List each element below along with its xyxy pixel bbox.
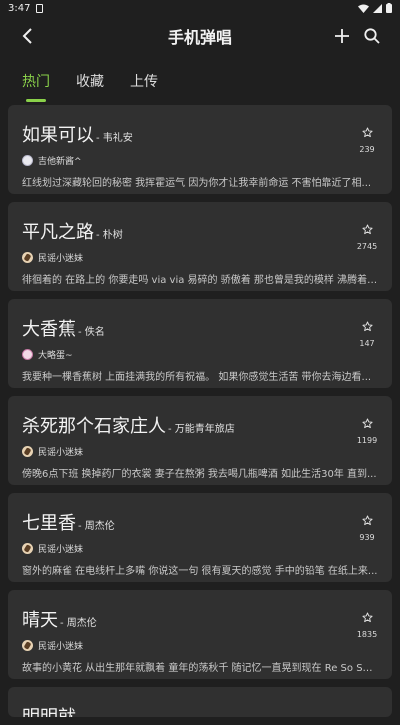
uploader-name: 大略蛋~ <box>38 351 73 361</box>
song-card[interactable]: 晴天 - 周杰伦 民谣小迷妹 故事的小黄花 从出生那年就飘着 童年的荡秋千 随记… <box>8 590 392 679</box>
favorite-count: 1199 <box>356 436 378 445</box>
song-title: 晴天 <box>22 610 58 631</box>
lyrics-preview: 傍晚6点下班 换掉药厂的衣裳 妻子在熬粥 我去喝几瓶啤酒 如此生活30年 直到.… <box>22 469 377 480</box>
song-title: 平凡之路 <box>22 222 94 243</box>
search-icon <box>364 28 380 44</box>
lyrics-preview: 窗外的麻雀 在电线杆上多嘴 你说这一句 很有夏天的感觉 手中的铅笔 在纸上来..… <box>22 566 378 577</box>
avatar <box>22 252 33 263</box>
song-card[interactable]: 如果可以 - 韦礼安 吉他新酱^ 红线划过深藏轮回的秘密 我挥霍运气 因为你才让… <box>8 105 392 194</box>
status-bar: 3:47 <box>0 0 400 16</box>
search-button[interactable] <box>360 24 384 48</box>
tab-upload[interactable]: 上传 <box>130 69 158 91</box>
song-card[interactable]: 杀死那个石家庄人 - 万能青年旅店 民谣小迷妹 傍晚6点下班 换掉药厂的衣裳 妻… <box>8 396 392 485</box>
star-outline-icon <box>361 612 373 623</box>
song-title: 杀死那个石家庄人 <box>22 416 166 437</box>
lyrics-preview: 红线划过深藏轮回的秘密 我挥霍运气 因为你才让我幸前命运 不害怕靠近了相... <box>22 178 372 189</box>
add-button[interactable] <box>330 24 354 48</box>
song-artist: - 佚名 <box>78 327 105 338</box>
avatar <box>22 155 33 166</box>
lyrics-preview: 故事的小黄花 从出生那年就飘着 童年的荡秋千 随记忆一直晃到现在 Re So S… <box>22 663 378 674</box>
favorite-button[interactable]: 2745 <box>354 220 380 251</box>
favorite-count: 2745 <box>356 242 378 251</box>
tab-favorites[interactable]: 收藏 <box>76 69 104 91</box>
favorite-count: 147 <box>359 339 375 348</box>
avatar <box>22 640 33 651</box>
battery-icon <box>386 3 392 13</box>
signal-icon <box>373 3 382 13</box>
plus-icon <box>335 29 349 43</box>
song-card[interactable]: 大香蕉 - 佚名 大略蛋~ 我要种一棵香蕉树 上面挂满我的所有祝福。 如果你感觉… <box>8 299 392 388</box>
star-outline-icon <box>361 321 373 332</box>
favorite-count: 939 <box>359 533 375 542</box>
song-list: 如果可以 - 韦礼安 吉他新酱^ 红线划过深藏轮回的秘密 我挥霍运气 因为你才让… <box>8 105 392 725</box>
app-bar: 手机弹唱 <box>0 16 400 56</box>
star-outline-icon <box>361 515 373 526</box>
uploader-name: 民谣小迷妹 <box>38 545 84 555</box>
favorite-button[interactable]: 939 <box>354 511 380 542</box>
star-outline-icon <box>361 127 373 138</box>
favorite-count: 1835 <box>356 630 378 639</box>
song-artist: - 韦礼安 <box>96 133 133 144</box>
back-arrow-icon <box>22 28 32 44</box>
song-artist: - 朴树 <box>96 230 123 241</box>
favorite-button[interactable]: 239 <box>354 123 380 154</box>
uploader-name: 民谣小迷妹 <box>38 254 84 264</box>
wifi-icon <box>358 4 369 13</box>
favorite-button[interactable]: 1835 <box>354 608 380 639</box>
song-artist: - 周杰伦 <box>60 618 97 629</box>
avatar <box>22 543 33 554</box>
avatar <box>22 349 33 360</box>
avatar <box>22 446 33 457</box>
song-title: 七里香 <box>22 513 76 534</box>
star-outline-icon <box>361 418 373 429</box>
song-card[interactable]: 七里香 - 周杰伦 民谣小迷妹 窗外的麻雀 在电线杆上多嘴 你说这一句 很有夏天… <box>8 493 392 582</box>
back-button[interactable] <box>16 24 40 48</box>
tab-hot[interactable]: 热门 <box>22 69 50 102</box>
song-card[interactable]: 明明就 <box>8 687 392 717</box>
song-artist: - 万能青年旅店 <box>168 424 235 435</box>
song-card[interactable]: 平凡之路 - 朴树 民谣小迷妹 徘徊着的 在路上的 你要走吗 via via 易… <box>8 202 392 291</box>
favorite-button[interactable]: 1199 <box>354 414 380 445</box>
lyrics-preview: 我要种一棵香蕉树 上面挂满我的所有祝福。 如果你感觉生活苦 带你去海边看... <box>22 372 372 383</box>
song-title: 明明就 <box>22 703 76 717</box>
uploader-name: 吉他新酱^ <box>38 157 82 167</box>
lyrics-preview: 徘徊着的 在路上的 你要走吗 via via 易碎的 骄傲着 那也曾是我的模样 … <box>22 275 378 286</box>
tab-bar: 热门 收藏 上传 <box>0 56 400 104</box>
status-time: 3:47 <box>8 2 31 14</box>
uploader-name: 民谣小迷妹 <box>38 448 84 458</box>
favorite-button[interactable]: 147 <box>354 317 380 348</box>
sim-card-icon <box>36 3 44 13</box>
song-title: 如果可以 <box>22 125 94 146</box>
star-outline-icon <box>361 224 373 235</box>
favorite-count: 239 <box>359 145 375 154</box>
song-artist: - 周杰伦 <box>78 521 115 532</box>
song-title: 大香蕉 <box>22 319 76 340</box>
uploader-name: 民谣小迷妹 <box>38 642 84 652</box>
